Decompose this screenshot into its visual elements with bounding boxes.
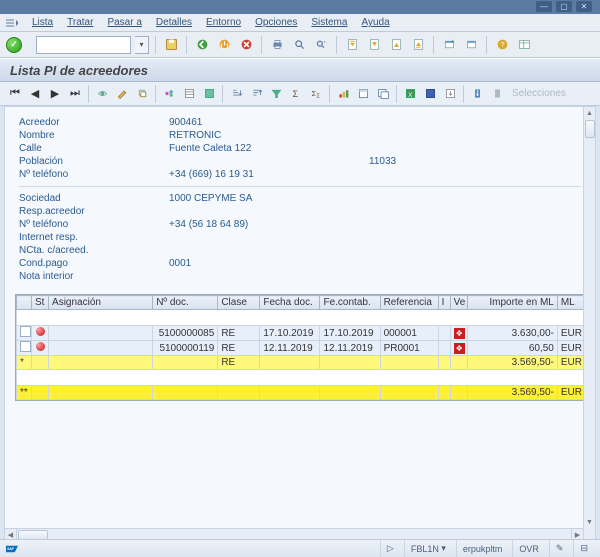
overdue-icon: ❖ xyxy=(454,343,465,354)
save-icon[interactable] xyxy=(162,36,180,54)
nav-first-icon[interactable]: ⏮ xyxy=(6,85,24,103)
content-area: ▲▼ Acreedor900461 NombreRETRONIC CalleFu… xyxy=(4,106,596,541)
svg-text:+: + xyxy=(323,41,326,46)
win-min-icon[interactable]: — xyxy=(536,1,552,12)
standard-toolbar: ✓ ▾ + + ? xyxy=(0,32,600,58)
exit-icon[interactable] xyxy=(215,36,233,54)
prev-page-icon[interactable] xyxy=(365,36,383,54)
menu-opciones[interactable]: Opciones xyxy=(255,17,297,28)
export-local-icon[interactable] xyxy=(441,85,459,103)
win-close-icon[interactable]: ✕ xyxy=(576,1,592,12)
menu-indicator-icon[interactable] xyxy=(6,18,18,28)
next-page-icon[interactable] xyxy=(387,36,405,54)
status-message[interactable]: ▷ xyxy=(380,540,400,557)
grid-header: StAsignaciónNº doc. ClaseFecha doc.Fe.co… xyxy=(17,296,584,310)
table-row[interactable]: 5100000085RE 17.10.201917.10.2019000001 … xyxy=(17,326,584,341)
total-icon[interactable]: Σ xyxy=(287,85,305,103)
status-tcode: FBL1N xyxy=(411,544,439,554)
status-conn-icon[interactable]: ⊟ xyxy=(573,540,594,557)
menu-bar: Lista Tratar Pasar a Detalles Entorno Op… xyxy=(0,14,600,32)
nav-prev-icon[interactable]: ◀ xyxy=(26,85,44,103)
app-toolbar: ⏮ ◀ ▶ ⏭ Σ ΣΣ X Selecciones xyxy=(0,82,600,106)
menu-entorno[interactable]: Entorno xyxy=(206,17,241,28)
svg-text:?: ? xyxy=(500,40,504,49)
info-icon[interactable] xyxy=(468,85,486,103)
mass-change-icon[interactable] xyxy=(160,85,178,103)
menu-sistema[interactable]: Sistema xyxy=(311,17,347,28)
help-icon[interactable]: ? xyxy=(493,36,511,54)
status-system: erpukpltm xyxy=(463,544,503,554)
selections-icon[interactable] xyxy=(488,85,506,103)
vertical-scrollbar[interactable]: ▲▼ xyxy=(583,107,595,540)
find-next-icon[interactable]: + xyxy=(312,36,330,54)
export-excel-icon[interactable]: X xyxy=(401,85,419,103)
nav-next-icon[interactable]: ▶ xyxy=(46,85,64,103)
switch-icon[interactable] xyxy=(133,85,151,103)
menu-pasar-a[interactable]: Pasar a xyxy=(107,17,141,28)
row-checkbox[interactable] xyxy=(20,341,31,352)
status-bar: SAP ▷ FBL1N ▾ erpukpltm OVR ✎ ⊟ xyxy=(0,539,600,557)
new-session-icon[interactable]: + xyxy=(440,36,458,54)
sort-desc-icon[interactable] xyxy=(247,85,265,103)
subtotal-icon[interactable]: ΣΣ xyxy=(307,85,325,103)
display-doc-icon[interactable] xyxy=(93,85,111,103)
abc-analysis-icon[interactable] xyxy=(334,85,352,103)
sap-logo-icon: SAP xyxy=(6,543,18,555)
menu-lista[interactable]: Lista xyxy=(32,17,53,28)
row-checkbox[interactable] xyxy=(20,326,31,337)
svg-text:+: + xyxy=(451,39,455,45)
menu-detalles[interactable]: Detalles xyxy=(156,17,192,28)
total-row: ** 3.569,50-EUR xyxy=(17,386,584,400)
status-sig-icon[interactable]: ✎ xyxy=(549,540,570,557)
status-insert-mode: OVR xyxy=(519,544,539,554)
print-icon[interactable] xyxy=(268,36,286,54)
layout-icon[interactable] xyxy=(354,85,372,103)
status-open-icon xyxy=(36,327,45,336)
enter-button[interactable]: ✓ xyxy=(6,37,22,53)
header-details: Acreedor900461 NombreRETRONIC CalleFuent… xyxy=(5,107,595,290)
status-open-icon xyxy=(36,342,45,351)
cancel-icon[interactable] xyxy=(237,36,255,54)
other-list-icon[interactable] xyxy=(180,85,198,103)
back-icon[interactable] xyxy=(193,36,211,54)
command-dropdown[interactable]: ▾ xyxy=(135,36,149,54)
filter-icon[interactable] xyxy=(267,85,285,103)
sort-asc-icon[interactable] xyxy=(227,85,245,103)
svg-text:SAP: SAP xyxy=(7,547,14,551)
table-row[interactable]: 5100000119RE 12.11.201912.11.2019PR0001 … xyxy=(17,341,584,356)
layout-menu-icon[interactable] xyxy=(515,36,533,54)
overdue-icon: ❖ xyxy=(454,328,465,339)
svg-text:Σ: Σ xyxy=(292,89,298,99)
select-layout-icon[interactable] xyxy=(374,85,392,103)
page-title: Lista PI de acreedores xyxy=(0,58,600,82)
find-icon[interactable] xyxy=(290,36,308,54)
selections-label: Selecciones xyxy=(512,88,566,99)
summarize-icon[interactable] xyxy=(200,85,218,103)
change-doc-icon[interactable] xyxy=(113,85,131,103)
svg-text:X: X xyxy=(408,92,413,99)
nav-last-icon[interactable]: ⏭ xyxy=(66,85,84,103)
command-field[interactable] xyxy=(36,36,131,54)
svg-text:Σ: Σ xyxy=(316,94,320,100)
line-items-grid: StAsignaciónNº doc. ClaseFecha doc.Fe.co… xyxy=(15,294,585,401)
first-page-icon[interactable] xyxy=(343,36,361,54)
export-word-icon[interactable] xyxy=(421,85,439,103)
shortcut-icon[interactable] xyxy=(462,36,480,54)
last-page-icon[interactable] xyxy=(409,36,427,54)
menu-tratar[interactable]: Tratar xyxy=(67,17,93,28)
subtotal-row: *RE 3.569,50-EUR xyxy=(17,356,584,370)
win-max-icon[interactable]: ▢ xyxy=(556,1,572,12)
menu-ayuda[interactable]: Ayuda xyxy=(361,17,389,28)
